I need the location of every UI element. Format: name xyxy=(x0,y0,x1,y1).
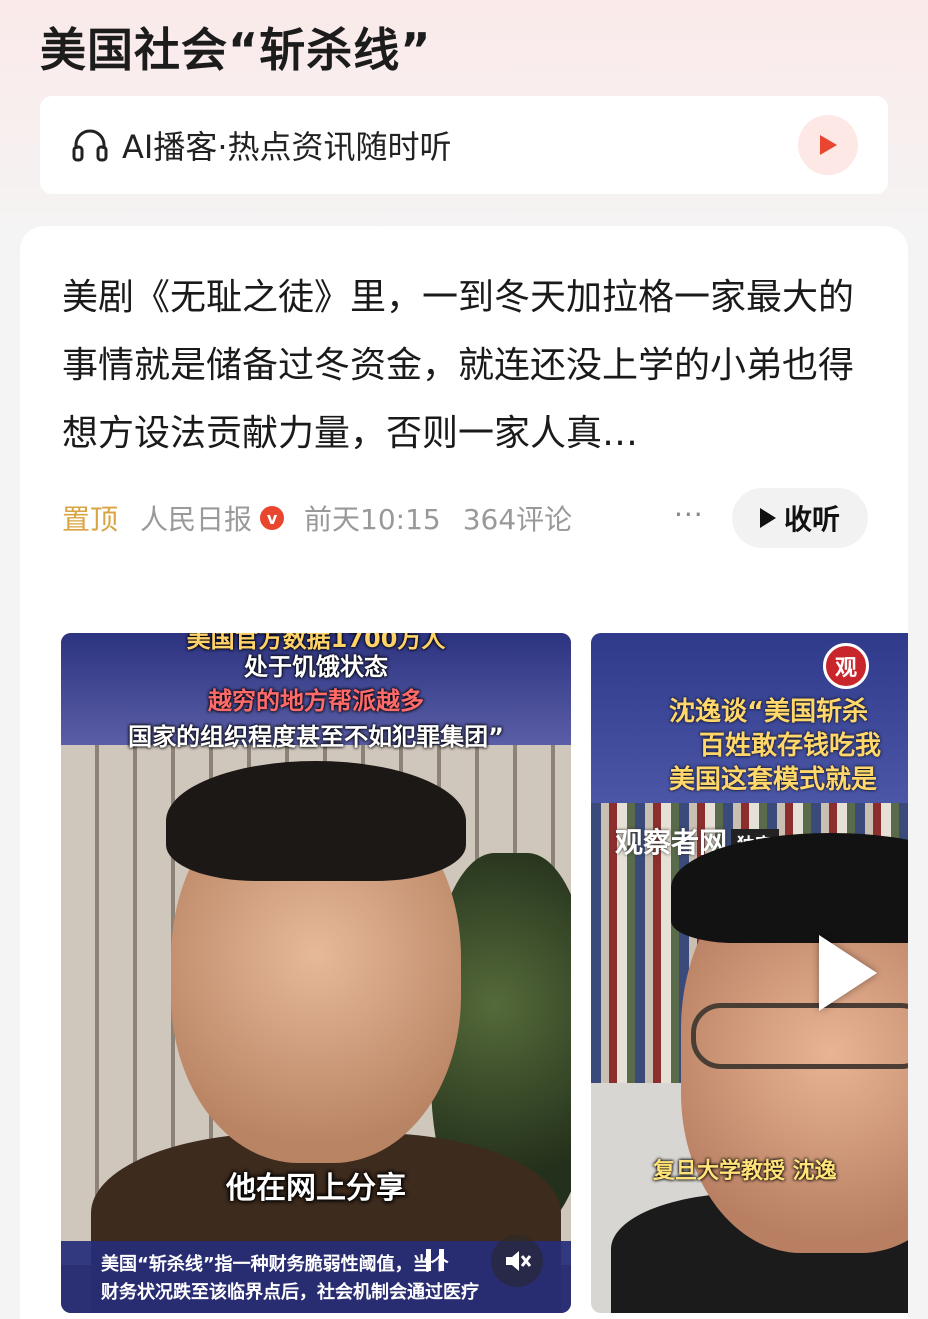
video-bottom-line: 美国“斩杀线”指一种财务脆弱性阈值，当个 xyxy=(101,1254,449,1275)
publish-time: 前天10:15 xyxy=(304,503,441,536)
video-caption-line: 沈逸谈“美国斩杀 xyxy=(669,697,869,727)
video-caption-line: 百姓敢存钱吃我 xyxy=(699,731,882,761)
source-name[interactable]: 人民日报 xyxy=(140,498,252,538)
topic-title: 美国社会“斩杀线” xyxy=(40,23,432,77)
listen-button[interactable]: 收听 xyxy=(732,488,868,548)
speaker-muted-icon xyxy=(506,1251,532,1271)
video-play-icon[interactable] xyxy=(819,935,877,1011)
listen-label: 收听 xyxy=(783,503,840,536)
person-glasses xyxy=(691,1003,908,1069)
guancha-logo: 观 xyxy=(823,643,869,689)
more-options-icon[interactable]: ··· xyxy=(674,498,704,531)
headphones-icon xyxy=(72,129,108,162)
video-thumbnail-1[interactable]: 美国官方数据1700万人 处于饥饿状态 越穷的地方帮派越多 国家的组织程度甚至不… xyxy=(61,633,571,1313)
video-caption-line: 越穷的地方帮派越多 xyxy=(208,687,424,715)
person-hair xyxy=(166,761,466,881)
video-caption-line: 美国这套模式就是 xyxy=(669,765,878,795)
speaker-name-tag: 复旦大学教授 沈逸 xyxy=(653,1159,837,1184)
podcast-play-button[interactable] xyxy=(798,115,858,175)
play-icon xyxy=(820,135,837,155)
video-bottom-line: 财务状况跌至该临界点后，社会机制会通过医疗 xyxy=(101,1282,479,1303)
pinned-label: 置顶 xyxy=(62,503,119,536)
article-summary[interactable]: 美剧《无耻之徒》里，一到冬天加拉格一家最大的事情就是储备过冬资金，就连还没上学的… xyxy=(62,264,872,468)
mute-button[interactable] xyxy=(491,1235,543,1287)
verified-icon: v xyxy=(260,506,285,530)
video-caption-line: 国家的组织程度甚至不如犯罪集团” xyxy=(128,723,504,751)
video-caption-line: 处于饥饿状态 xyxy=(244,653,388,681)
pause-icon[interactable] xyxy=(426,1249,444,1271)
play-icon xyxy=(759,508,776,528)
comment-count[interactable]: 364评论 xyxy=(463,498,572,538)
podcast-label: AI播客·热点资讯随时听 xyxy=(122,128,452,166)
article-meta: 置顶 人民日报 v 前天10:15 364评论 ··· 收听 xyxy=(62,488,868,548)
ai-podcast-bar[interactable]: AI播客·热点资讯随时听 xyxy=(40,96,888,194)
video-subtitle: 他在网上分享 xyxy=(226,1171,406,1206)
article-card[interactable]: 美剧《无耻之徒》里，一到冬天加拉格一家最大的事情就是储备过冬资金，就连还没上学的… xyxy=(20,226,908,1319)
video-thumbnail-2[interactable]: 观 沈逸谈“美国斩杀 百姓敢存钱吃我 美国这套模式就是 观察者网独家 复旦大学教… xyxy=(591,633,908,1313)
